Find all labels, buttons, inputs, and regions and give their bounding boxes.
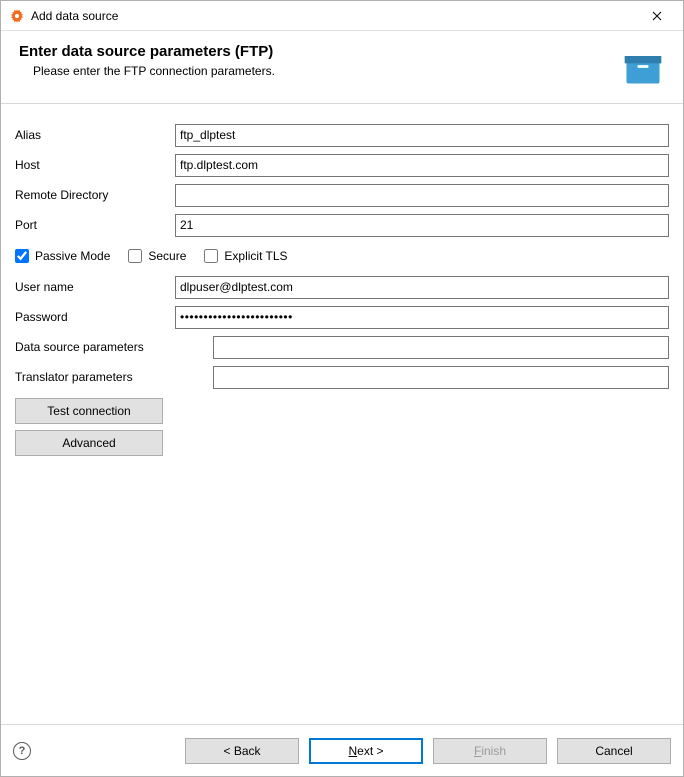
port-input[interactable] xyxy=(175,214,669,237)
passive-mode-checkbox[interactable]: Passive Mode xyxy=(15,249,110,263)
test-connection-button[interactable]: Test connection xyxy=(15,398,163,424)
datasource-params-input[interactable] xyxy=(213,336,669,359)
translator-params-input[interactable] xyxy=(213,366,669,389)
remote-directory-label: Remote Directory xyxy=(15,188,175,202)
datasource-box-icon xyxy=(621,45,665,89)
advanced-button[interactable]: Advanced xyxy=(15,430,163,456)
password-label: Password xyxy=(15,310,175,324)
window-title: Add data source xyxy=(31,9,637,23)
dialog-window: Add data source Enter data source parame… xyxy=(0,0,684,777)
passive-mode-label: Passive Mode xyxy=(35,249,110,263)
header-banner: Enter data source parameters (FTP) Pleas… xyxy=(1,31,683,104)
finish-button[interactable]: Finish xyxy=(433,738,547,764)
port-label: Port xyxy=(15,218,175,232)
datasource-params-label: Data source parameters xyxy=(15,340,213,354)
banner-subheading: Please enter the FTP connection paramete… xyxy=(33,64,621,78)
cancel-button[interactable]: Cancel xyxy=(557,738,671,764)
username-label: User name xyxy=(15,280,175,294)
secure-checkbox[interactable]: Secure xyxy=(128,249,186,263)
help-icon[interactable]: ? xyxy=(13,742,31,760)
footer-bar: ? < Back Next > Finish Cancel xyxy=(1,724,683,776)
host-input[interactable] xyxy=(175,154,669,177)
next-button[interactable]: Next > xyxy=(309,738,423,764)
gear-icon xyxy=(9,8,25,24)
secure-label: Secure xyxy=(148,249,186,263)
username-input[interactable] xyxy=(175,276,669,299)
remote-directory-input[interactable] xyxy=(175,184,669,207)
explicit-tls-checkbox[interactable]: Explicit TLS xyxy=(204,249,287,263)
banner-heading: Enter data source parameters (FTP) xyxy=(19,43,621,60)
alias-label: Alias xyxy=(15,128,175,142)
titlebar: Add data source xyxy=(1,1,683,31)
password-input[interactable] xyxy=(175,306,669,329)
close-button[interactable] xyxy=(637,2,677,30)
explicit-tls-label: Explicit TLS xyxy=(224,249,287,263)
alias-input[interactable] xyxy=(175,124,669,147)
back-button[interactable]: < Back xyxy=(185,738,299,764)
host-label: Host xyxy=(15,158,175,172)
translator-params-label: Translator parameters xyxy=(15,370,213,384)
form-area: Alias Host Remote Directory Port Passive… xyxy=(1,104,683,724)
